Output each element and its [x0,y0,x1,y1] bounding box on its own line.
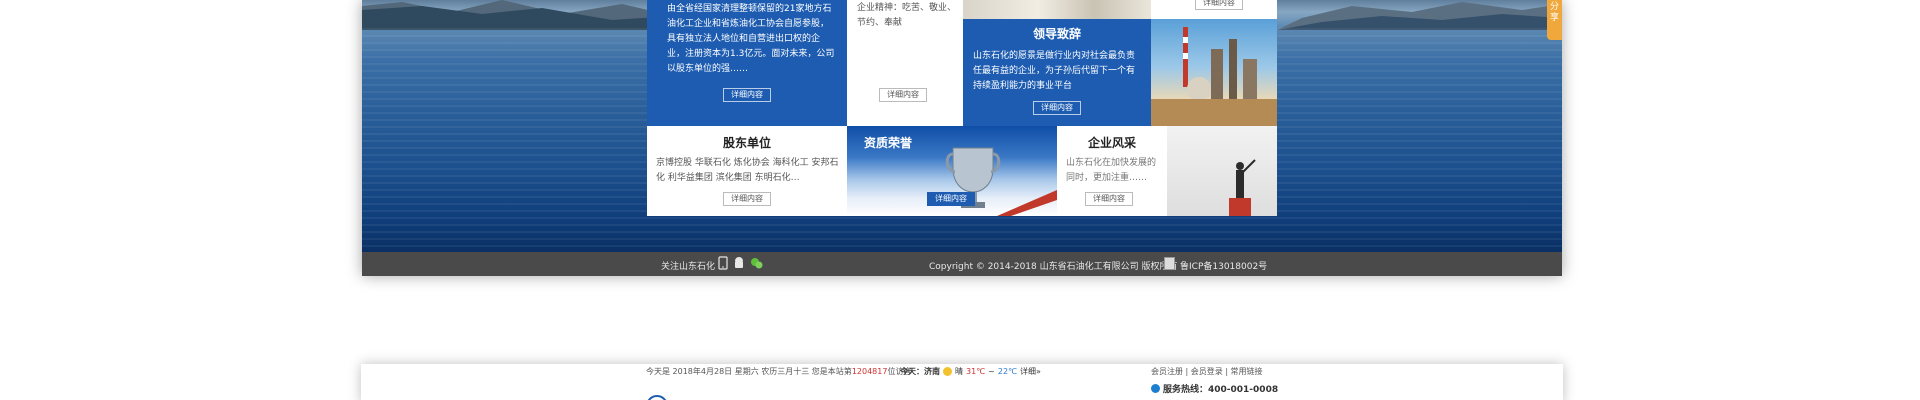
leader-speech-card: 领导致辞 山东石化的愿景是做行业内对社会最负责任最有益的企业，为子孙后代留下一个… [963,19,1151,126]
intro-more-button[interactable]: 详细内容 [723,88,771,102]
company-logo[interactable] [646,395,668,400]
weather-city: 今天：济南 [900,367,940,376]
android-icon[interactable] [733,256,745,270]
member-links[interactable]: 会员注册 | 会员登录 | 常用链接 [1151,366,1263,377]
shareholder-more-button[interactable]: 详细内容 [723,192,771,206]
honor-more-button[interactable]: 详细内容 [927,192,975,206]
culture-more-button[interactable]: 详细内容 [879,88,927,102]
temp-separator: ~ [988,367,995,376]
follow-icons [718,256,764,270]
businessman-illustration [1229,159,1256,216]
leader-photo [963,0,1151,19]
company-style-title: 企业风采 [1087,136,1136,150]
temp-low: 22℃ [997,367,1018,376]
service-hotline: 服务热线：400-001-0008 [1151,382,1278,395]
company-intro-text: 由全省经国家清理整顿保留的21家地方石油化工企业和省炼油化工协会自愿参股，具有独… [667,4,835,74]
temp-high: 31℃ [966,367,986,376]
honor-title: 资质荣誉 [864,136,913,150]
refinery-illustration [1151,27,1277,126]
follow-label: 关注山东石化 [661,262,716,272]
visitor-count: 1204817 [851,367,888,376]
date-text: 今天是 2018年4月28日 星期六 农历三月十三 您是本站第 [646,367,852,376]
refinery-image [1151,19,1277,126]
phone-icon [1151,384,1160,393]
weather-widget: 今天：济南 晴 31℃ ~ 22℃ 详细» [900,366,1041,377]
mobile-icon[interactable] [718,256,728,270]
share-tab[interactable]: 分享 [1547,0,1562,40]
culture-text: 企业精神：吃苦、敬业、节约、奉献 [857,3,957,28]
icp-badge-icon [1164,257,1175,270]
shareholder-text: 京博控股 华联石化 炼化协会 海科化工 安邦石化 利华益集团 滨化集团 东明石化… [656,158,839,183]
copyright-text: Copyright © 2014-2018 山东省石油化工有限公司 版权所有 [929,262,1178,272]
date-visitor-info: 今天是 2018年4月28日 星期六 农历三月十三 您是本站第1204817位访… [646,366,911,377]
wechat-icon[interactable] [750,256,764,270]
main-panel: 由全省经国家清理整顿保留的21家地方石油化工企业和省炼油化工协会自愿参股，具有独… [362,0,1562,276]
top-more-button[interactable]: 详细内容 [1195,0,1243,10]
leader-speech-text: 山东石化的愿景是做行业内对社会最负责任最有益的企业，为子孙后代留下一个有持续盈利… [973,51,1136,91]
company-style-card: 企业风采 山东石化在加快发展的同时，更加注重…… 详细内容 [1057,126,1167,216]
shareholder-title: 股东单位 [722,136,771,150]
company-style-text: 山东石化在加快发展的同时，更加注重…… [1066,158,1157,183]
style-more-button[interactable]: 详细内容 [1085,192,1133,206]
sun-icon [943,367,952,376]
culture-card: 企业精神：吃苦、敬业、节约、奉献 详细内容 [847,0,963,126]
icp-link[interactable]: 鲁ICP备13018002号 [1180,259,1267,272]
weather-desc: 晴 [955,367,963,376]
leader-more-button[interactable]: 详细内容 [1033,101,1081,115]
site-header: 今天是 2018年4月28日 星期六 农历三月十三 您是本站第1204817位访… [361,364,1563,400]
shareholder-card: 股东单位 京博控股 华联石化 炼化协会 海科化工 安邦石化 利华益集团 滨化集团… [647,126,847,216]
honor-card: 资质荣誉 详细内容 [847,126,1057,216]
content-grid: 由全省经国家清理整顿保留的21家地方石油化工企业和省炼油化工协会自愿参股，具有独… [647,0,1277,216]
footer-bar: 关注山东石化 Copyright © 2014-2018 山东省石油化工有限公司… [362,252,1562,276]
red-ribbon [997,190,1057,216]
hotline-text: 服务热线：400-001-0008 [1163,385,1279,395]
company-intro-card: 由全省经国家清理整顿保留的21家地方石油化工企业和省炼油化工协会自愿参股，具有独… [647,0,847,126]
leader-speech-title: 领导致辞 [1032,27,1081,41]
style-photo [1167,126,1277,216]
top-right-card: 详细内容 [1151,0,1277,19]
weather-more-link[interactable]: 详细» [1020,366,1041,377]
